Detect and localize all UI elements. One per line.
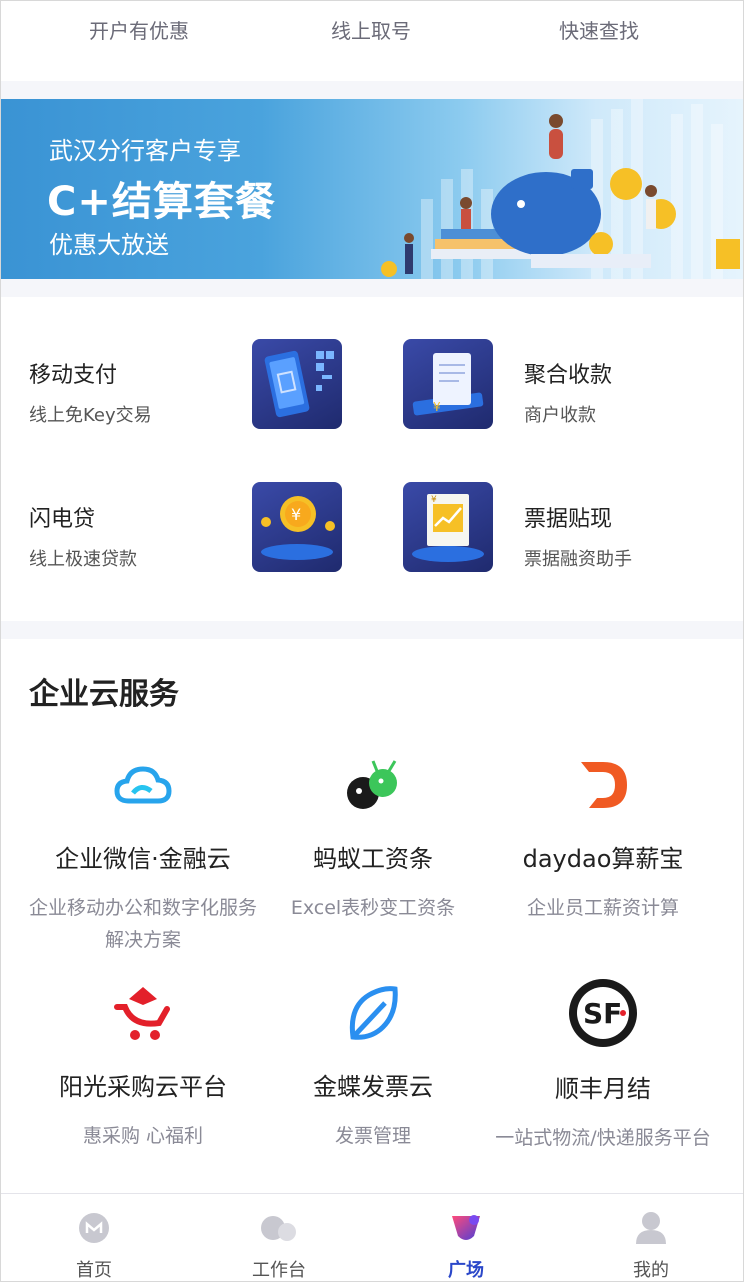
service-name: daydao算薪宝: [522, 845, 684, 873]
tab-label: 首页: [76, 1260, 112, 1281]
tab-workbench[interactable]: 工作台: [219, 1194, 339, 1281]
tab-plaza[interactable]: 广场: [406, 1194, 526, 1281]
product-subtitle: 商户收款: [524, 405, 596, 426]
cloud-icon: [111, 753, 175, 817]
service-kingdee-invoice[interactable]: 金蝶发票云 发票管理: [249, 981, 497, 1152]
ant-icon: [341, 753, 405, 817]
bill-discount-item[interactable]: 票据贴现 票据融资助手: [524, 501, 632, 571]
section-title: 企业云服务: [29, 677, 179, 712]
section-divider: [1, 279, 743, 297]
svg-text:¥: ¥: [433, 400, 441, 414]
product-subtitle: 线上免Key交易: [29, 405, 152, 426]
service-desc: 企业员工薪资计算: [526, 897, 679, 919]
service-sunshine-procurement[interactable]: 阳光采购云平台 惠采购 心福利: [19, 981, 267, 1152]
service-name: 顺丰月结: [555, 1075, 651, 1103]
banner-headline: C+结算套餐: [47, 179, 276, 225]
service-sf-monthly[interactable]: SF 顺丰月结 一站式物流/快递服务平台: [479, 973, 727, 1154]
tab-label: 工作台: [252, 1260, 306, 1281]
app-screen: 开户有优惠 线上取号 快速查找 武汉分行客户专享 C+结算套餐 优惠大放送 移动…: [0, 0, 744, 1282]
product-title: 票据贴现: [524, 507, 613, 532]
section-divider: [1, 81, 743, 99]
bill-chart-icon[interactable]: ¥: [403, 482, 493, 572]
service-desc: 惠采购 心福利: [82, 1125, 204, 1147]
service-desc: 企业移动办公和数字化服务解决方案: [28, 897, 257, 951]
section-divider: [1, 621, 743, 639]
product-title: 移动支付: [29, 363, 118, 388]
tab-mine[interactable]: 我的: [591, 1194, 711, 1281]
mobile-pay-item[interactable]: 移动支付 线上免Key交易: [29, 357, 152, 427]
svg-text:SF: SF: [583, 997, 622, 1030]
tab-home[interactable]: 首页: [34, 1194, 154, 1281]
daydao-logo-icon: [571, 753, 635, 817]
shopping-cart-icon: [111, 981, 175, 1045]
svg-text:¥: ¥: [291, 505, 301, 524]
leaf-icon: [341, 981, 405, 1045]
quick-links: 开户有优惠 线上取号 快速查找: [1, 1, 743, 81]
yuan-coin-icon[interactable]: ¥: [252, 482, 342, 572]
user-icon: [631, 1208, 671, 1248]
promo-banner[interactable]: 武汉分行客户专享 C+结算套餐 优惠大放送: [1, 99, 743, 279]
service-name: 阳光采购云平台: [59, 1073, 227, 1101]
service-desc: 一站式物流/快递服务平台: [495, 1127, 711, 1149]
banner-subtitle: 武汉分行客户专享: [49, 137, 241, 165]
service-desc: 发票管理: [334, 1125, 411, 1147]
service-desc: Excel表秒变工资条: [290, 897, 456, 919]
phone-qr-icon[interactable]: [252, 339, 342, 429]
svg-text:¥: ¥: [431, 495, 437, 505]
plaza-icon: [446, 1208, 486, 1248]
tab-label: 我的: [633, 1260, 669, 1281]
online-queue-link[interactable]: 线上取号: [331, 15, 411, 44]
product-title: 闪电贷: [29, 507, 96, 532]
workbench-icon: [259, 1208, 299, 1248]
service-name: 企业微信·金融云: [55, 845, 231, 873]
product-subtitle: 线上极速贷款: [29, 549, 137, 570]
aggregate-collection-item[interactable]: 聚合收款 商户收款: [524, 357, 612, 427]
service-daydao-salary[interactable]: daydao算薪宝 企业员工薪资计算: [479, 753, 727, 924]
banner-tagline: 优惠大放送: [49, 231, 169, 259]
service-name: 蚂蚁工资条: [313, 845, 433, 873]
home-logo-icon: [74, 1208, 114, 1248]
service-ant-payslip[interactable]: 蚂蚁工资条 Excel表秒变工资条: [249, 753, 497, 924]
service-wecom-finance[interactable]: 企业微信·金融云 企业移动办公和数字化服务解决方案: [19, 753, 267, 956]
product-subtitle: 票据融资助手: [524, 549, 632, 570]
open-account-link[interactable]: 开户有优惠: [89, 15, 189, 44]
receipt-icon[interactable]: ¥: [403, 339, 493, 429]
banner-illustration: [381, 99, 740, 279]
sf-logo-icon: SF: [563, 973, 643, 1053]
tab-label: 广场: [448, 1260, 484, 1281]
quick-search-link[interactable]: 快速查找: [559, 15, 639, 44]
service-name: 金蝶发票云: [313, 1073, 433, 1101]
lightning-loan-item[interactable]: 闪电贷 线上极速贷款: [29, 501, 137, 571]
bottom-tab-bar: 首页 工作台 广场 我的: [1, 1193, 743, 1281]
product-title: 聚合收款: [524, 363, 613, 388]
